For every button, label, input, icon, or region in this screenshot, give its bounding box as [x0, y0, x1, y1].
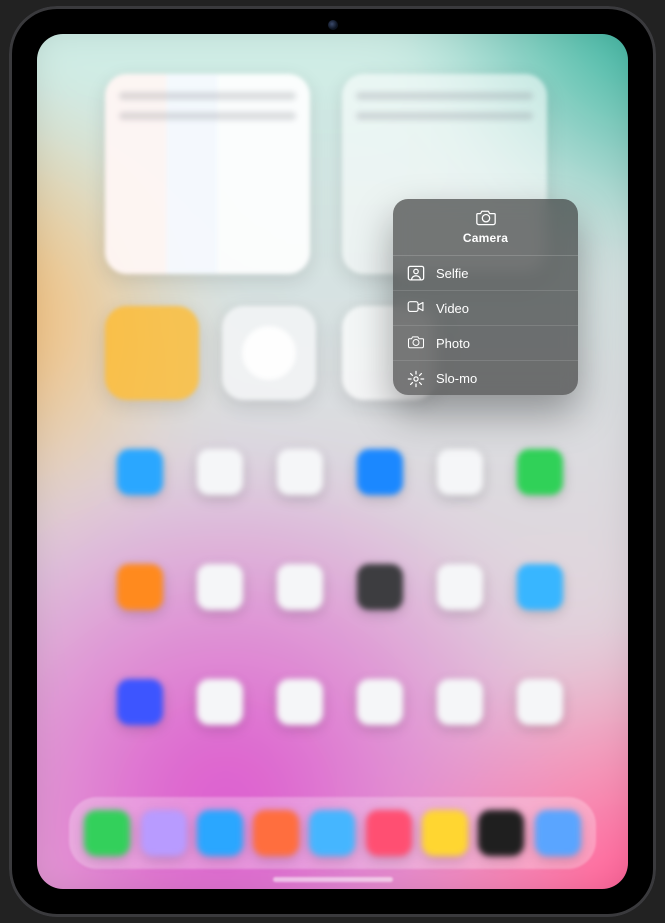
screen: Camera Selfie Video — [37, 34, 628, 889]
quick-action-label: Video — [436, 301, 469, 316]
app-icon — [357, 564, 403, 610]
camera-quick-actions-menu: Camera Selfie Video — [393, 199, 578, 395]
app-icon — [117, 679, 163, 725]
widget-calendar — [105, 74, 310, 274]
widget-small-notes — [105, 306, 199, 400]
app-icon — [437, 564, 483, 610]
app-icon — [197, 679, 243, 725]
dock-app-icon — [253, 810, 299, 856]
app-icon — [277, 679, 323, 725]
app-icon — [437, 679, 483, 725]
front-camera-dot — [328, 20, 338, 30]
dock — [69, 797, 596, 869]
dock-app-icon — [84, 810, 130, 856]
app-icon — [277, 564, 323, 610]
app-icon — [197, 564, 243, 610]
widget-small-clock — [222, 306, 316, 400]
quick-action-photo[interactable]: Photo — [393, 325, 578, 360]
quick-actions-header: Camera — [393, 199, 578, 256]
app-icon — [357, 449, 403, 495]
quick-action-selfie[interactable]: Selfie — [393, 256, 578, 290]
quick-action-label: Slo-mo — [436, 371, 477, 386]
dock-app-icon — [197, 810, 243, 856]
home-indicator — [273, 877, 393, 882]
quick-action-label: Selfie — [436, 266, 469, 281]
app-icon — [197, 449, 243, 495]
quick-action-label: Photo — [436, 336, 470, 351]
selfie-icon — [407, 265, 425, 281]
quick-actions-title: Camera — [463, 231, 508, 245]
dock-app-icon — [422, 810, 468, 856]
app-icon — [277, 449, 323, 495]
ipad-frame: Camera Selfie Video — [9, 6, 656, 917]
dock-app-icon — [478, 810, 524, 856]
dock-app-icon — [366, 810, 412, 856]
app-icon — [517, 679, 563, 725]
app-icon — [517, 564, 563, 610]
app-icon — [357, 679, 403, 725]
app-icon — [517, 449, 563, 495]
app-icon — [117, 449, 163, 495]
photo-icon — [407, 335, 425, 351]
camera-icon — [475, 209, 497, 227]
app-icon — [117, 564, 163, 610]
dock-app-icon — [535, 810, 581, 856]
quick-actions-items: Selfie Video Photo — [393, 256, 578, 395]
dock-app-icon — [309, 810, 355, 856]
dock-app-icon — [141, 810, 187, 856]
app-icon — [437, 449, 483, 495]
quick-action-slomo[interactable]: Slo-mo — [393, 360, 578, 395]
video-icon — [407, 300, 425, 316]
quick-action-video[interactable]: Video — [393, 290, 578, 325]
slomo-icon — [407, 370, 425, 386]
